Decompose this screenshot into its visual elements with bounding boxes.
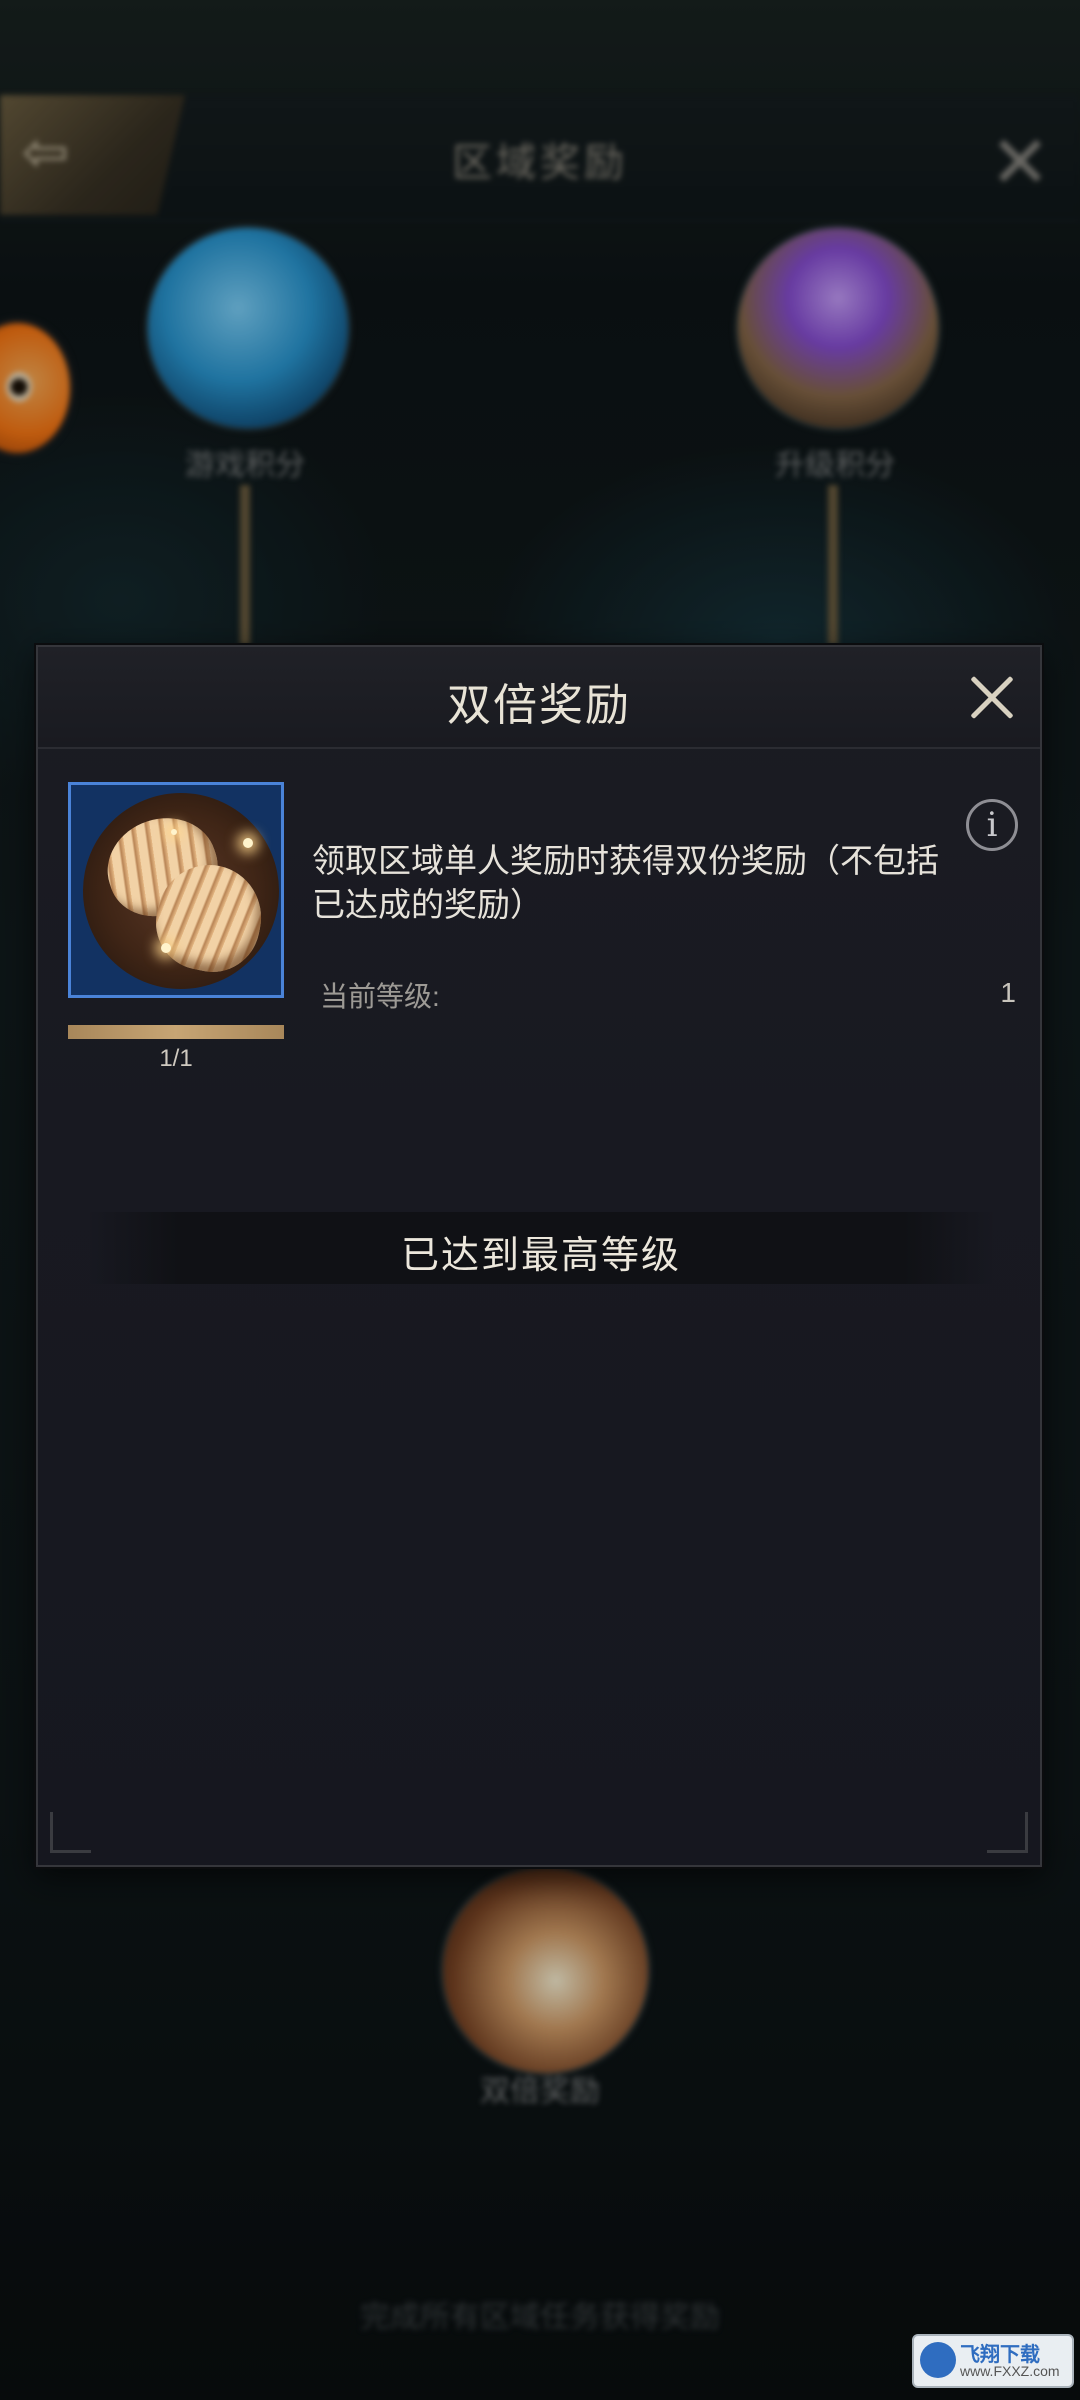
max-level-text: 已达到最高等级 [400,1235,681,1277]
reward-item-slot[interactable] [68,782,284,998]
sparkle [161,943,171,953]
site-watermark: 飞翔下载 www.FXXZ.com [912,2334,1074,2388]
corner-ornament [50,1812,91,1853]
level-progress-bar [68,1025,284,1039]
shell-reward-icon [83,793,279,989]
max-level-banner: 已达到最高等级 [88,1212,994,1284]
info-icon[interactable]: i [966,799,1018,851]
screen: ⇦ 区域奖励 ✕ 游戏积分 升级积分 双倍奖励 完成所有区域任务获得奖励 双倍奖… [0,0,1080,2400]
dialog-title: 双倍奖励 [447,681,631,730]
corner-ornament [987,1812,1028,1853]
level-progress-text: 1/1 [159,1045,193,1072]
sparkle [171,829,177,835]
watermark-url: www.FXXZ.com [960,2363,1060,2379]
reward-description: 领取区域单人奖励时获得双份奖励（不包括已达成的奖励） [312,842,939,923]
double-reward-dialog: 双倍奖励 1/1 领取区域单人奖励时获得双份奖励（不包括已达成的奖励） i 当前… [36,645,1042,1867]
level-progress-fill [68,1025,284,1039]
sparkle [243,838,253,848]
current-level-label: 当前等级: [320,981,440,1012]
watermark-logo-icon [920,2342,956,2378]
close-icon[interactable] [958,665,1024,731]
current-level-value: 1 [1000,977,1016,1008]
dialog-header: 双倍奖励 [38,647,1040,749]
